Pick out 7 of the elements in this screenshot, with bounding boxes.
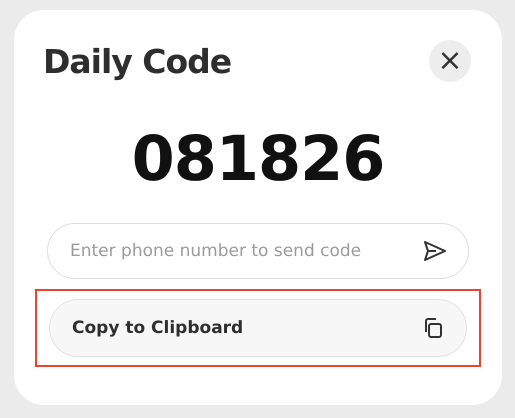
copy-icon <box>422 317 444 339</box>
send-icon[interactable] <box>423 240 447 262</box>
daily-code: 081826 <box>130 122 386 195</box>
copy-to-clipboard-button[interactable]: Copy to Clipboard <box>49 299 467 357</box>
dialog-title: Daily Code <box>43 42 232 80</box>
phone-input-field[interactable]: Enter phone number to send code <box>47 223 469 279</box>
close-button[interactable]: × <box>429 40 471 82</box>
